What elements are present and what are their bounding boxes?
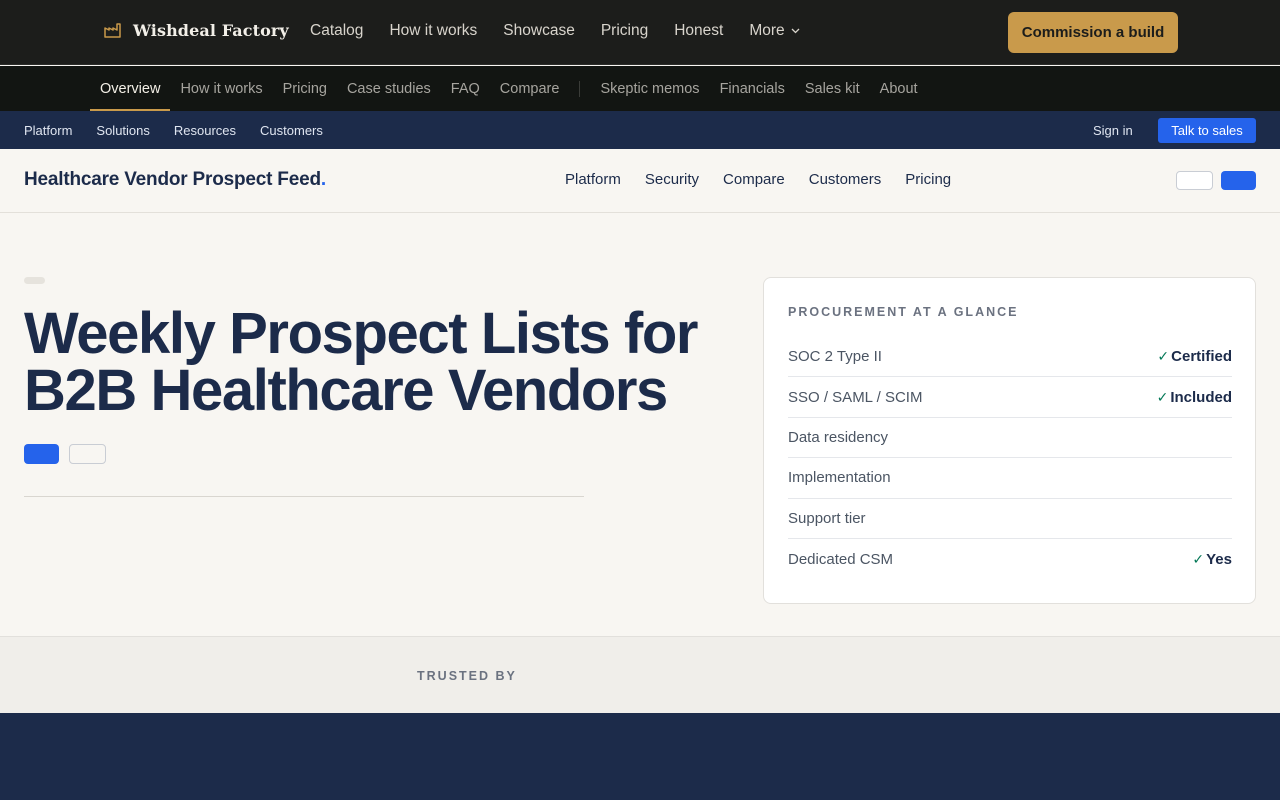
check-icon: ✓ [1157, 348, 1170, 365]
procurement-row-sso: SSO / SAML / SCIM ✓ Included [788, 377, 1232, 418]
nav-more-label: More [749, 22, 785, 39]
tab-skeptic-memos[interactable]: Skeptic memos [590, 66, 709, 111]
talk-to-sales-button[interactable]: Talk to sales [1158, 118, 1256, 143]
procurement-row-value: ✓ Included [1157, 389, 1232, 406]
trusted-by-section: TRUSTED BY [0, 636, 1280, 713]
procurement-row-value: ✓ Yes [1192, 551, 1232, 568]
tab-case-studies-label: Case studies [346, 80, 431, 97]
product-name[interactable]: Healthcare Vendor Prospect Feed. [24, 169, 326, 191]
header-primary-button[interactable] [1221, 171, 1256, 190]
hero-secondary-button[interactable] [69, 444, 106, 464]
section-nav: Overview How it works Pricing Case studi… [90, 66, 928, 111]
tab-pricing-label: Pricing [282, 80, 327, 97]
procurement-row-implementation: Implementation [788, 458, 1232, 499]
dark-section [0, 713, 1280, 800]
tab-compare-label: Compare [499, 80, 560, 97]
procurement-row-value-text: Certified [1171, 348, 1232, 366]
tab-about-label: About [879, 80, 918, 97]
tab-compare[interactable]: Compare [490, 66, 570, 111]
product-nav-platform[interactable]: Platform [565, 171, 621, 188]
procurement-list: SOC 2 Type II ✓ Certified SSO / SAML / SC… [788, 337, 1232, 579]
hero-divider [24, 496, 584, 497]
utility-nav: Platform Solutions Resources Customers [24, 111, 323, 149]
procurement-row-label: Implementation [788, 469, 891, 487]
procurement-row-soc2: SOC 2 Type II ✓ Certified [788, 337, 1232, 378]
product-header: Healthcare Vendor Prospect Feed. Platfor… [0, 149, 1280, 213]
header-secondary-button[interactable] [1176, 171, 1213, 190]
utility-platform[interactable]: Platform [24, 123, 72, 138]
nav-how-it-works[interactable]: How it works [389, 22, 477, 40]
procurement-row-data-residency: Data residency [788, 418, 1232, 459]
procurement-row-label: SOC 2 Type II [788, 348, 882, 366]
procurement-row-value-text: Yes [1206, 550, 1232, 568]
utility-customers[interactable]: Customers [260, 123, 323, 138]
main-nav: Catalog How it works Showcase Pricing Ho… [310, 22, 800, 40]
brand-logo[interactable]: Wishdeal Factory [103, 20, 289, 40]
factory-icon [104, 23, 121, 38]
tab-sales-kit-label: Sales kit [804, 80, 860, 97]
check-icon: ✓ [1192, 550, 1205, 567]
product-nav-compare[interactable]: Compare [723, 171, 785, 188]
check-icon: ✓ [1156, 388, 1169, 405]
tab-faq-label: FAQ [450, 80, 480, 97]
product-nav-security[interactable]: Security [645, 171, 699, 188]
tab-how-it-works-label: How it works [180, 80, 263, 97]
trusted-by-label: TRUSTED BY [417, 669, 517, 683]
procurement-row-label: Support tier [788, 509, 866, 527]
sign-in-link[interactable]: Sign in [1093, 123, 1133, 138]
nav-honest[interactable]: Honest [674, 22, 723, 40]
procurement-row-label: Dedicated CSM [788, 550, 894, 568]
procurement-row-support-tier: Support tier [788, 499, 1232, 539]
hero-primary-button[interactable] [24, 444, 59, 464]
product-name-dot: . [320, 169, 326, 190]
product-nav-customers[interactable]: Customers [809, 171, 882, 188]
tab-how-it-works[interactable]: How it works [170, 66, 272, 111]
commission-build-button[interactable]: Commission a build [1008, 12, 1178, 53]
tab-sales-kit[interactable]: Sales kit [795, 66, 870, 111]
nav-catalog[interactable]: Catalog [310, 22, 363, 40]
procurement-card: PROCUREMENT AT A GLANCE SOC 2 Type II ✓ C… [763, 277, 1256, 604]
tab-pricing[interactable]: Pricing [273, 66, 337, 111]
utility-solutions[interactable]: Solutions [96, 123, 149, 138]
tab-case-studies[interactable]: Case studies [337, 66, 441, 111]
tab-overview[interactable]: Overview [90, 66, 171, 111]
brand-name: Wishdeal Factory [133, 20, 289, 40]
procurement-card-title: PROCUREMENT AT A GLANCE [788, 305, 1019, 319]
nav-pricing[interactable]: Pricing [601, 22, 648, 40]
procurement-row-label: SSO / SAML / SCIM [788, 388, 923, 406]
product-nav: Platform Security Compare Customers Pric… [565, 171, 951, 188]
tab-faq[interactable]: FAQ [441, 66, 490, 111]
section-nav-bar: Overview How it works Pricing Case studi… [0, 66, 1280, 111]
nav-more-dropdown[interactable]: More [749, 22, 800, 40]
procurement-row-value: ✓ Certified [1157, 348, 1232, 365]
product-name-text: Healthcare Vendor Prospect Feed [24, 169, 321, 190]
tab-overview-label: Overview [100, 80, 161, 97]
top-navigation-bar: Wishdeal Factory Catalog How it works Sh… [0, 0, 1280, 65]
tab-about[interactable]: About [870, 66, 928, 111]
nav-showcase[interactable]: Showcase [503, 22, 575, 40]
nav-divider [579, 80, 581, 97]
product-nav-pricing[interactable]: Pricing [905, 171, 951, 188]
hero-title: Weekly Prospect Lists for B2B Healthcare… [24, 301, 698, 423]
tab-skeptic-memos-label: Skeptic memos [600, 80, 700, 97]
utility-bar: Platform Solutions Resources Customers S… [0, 111, 1280, 149]
tab-financials-label: Financials [719, 80, 785, 97]
tab-financials[interactable]: Financials [710, 66, 795, 111]
chevron-down-icon [791, 28, 800, 34]
utility-resources[interactable]: Resources [174, 123, 236, 138]
procurement-row-label: Data residency [788, 428, 889, 446]
procurement-row-dedicated-csm: Dedicated CSM ✓ Yes [788, 539, 1232, 579]
hero-eyebrow-badge [24, 277, 45, 284]
procurement-row-value-text: Included [1170, 388, 1232, 406]
